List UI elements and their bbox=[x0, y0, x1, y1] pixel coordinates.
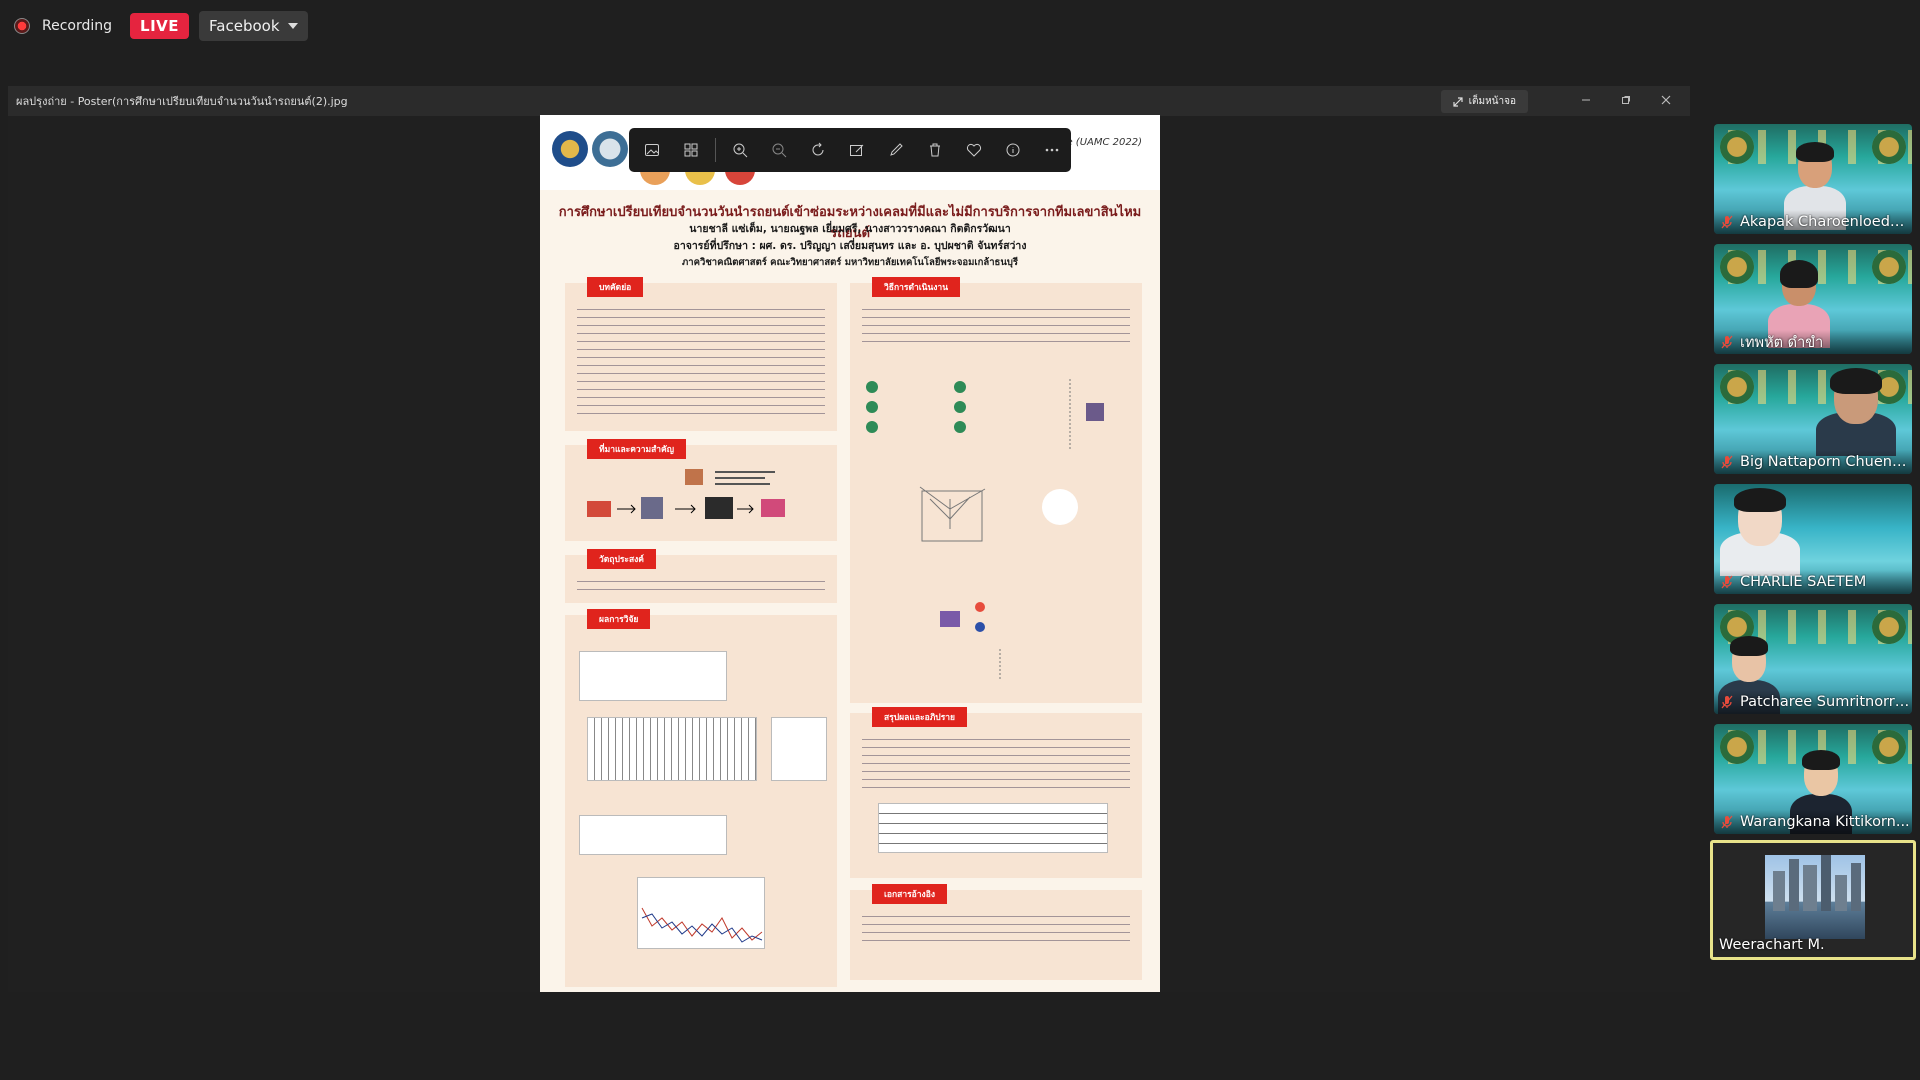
more-options-icon[interactable] bbox=[1041, 139, 1063, 161]
edit-image-icon[interactable] bbox=[846, 139, 868, 161]
university-logo bbox=[552, 131, 588, 167]
close-icon bbox=[1661, 95, 1671, 105]
participant-name: Big Nattaporn Chuenja... bbox=[1740, 454, 1910, 470]
summary-table bbox=[878, 803, 1108, 853]
chevron-down-icon bbox=[287, 23, 298, 29]
table-figure bbox=[771, 717, 827, 781]
shared-window-titlebar: ผลปรุงถ่าย - Poster(การศึกษาเปรียบเทียบจ… bbox=[8, 86, 1690, 116]
delete-icon[interactable] bbox=[924, 139, 946, 161]
poster-department: ภาควิชาคณิตศาสตร์ คณะวิทยาศาสตร์ มหาวิทย… bbox=[682, 257, 1018, 268]
participant-name: เทพหัต ดำขำ bbox=[1740, 334, 1824, 351]
conference-label: ce (UAMC 2022) bbox=[1060, 137, 1142, 148]
mic-muted-icon bbox=[1721, 815, 1733, 829]
participant-name: Weerachart M. bbox=[1719, 937, 1825, 953]
info-icon[interactable] bbox=[1002, 139, 1024, 161]
section-heading: วัตถุประสงค์ bbox=[587, 549, 656, 569]
zoom-out-icon[interactable] bbox=[768, 139, 790, 161]
section-heading: ที่มาและความสำคัญ bbox=[587, 439, 686, 459]
references-section: เอกสารอ้างอิง bbox=[850, 884, 1142, 980]
fullscreen-button[interactable]: เต็มหน้าจอ bbox=[1440, 90, 1528, 113]
poster-image[interactable]: ce (UAMC 2022) การศึกษาเปรียบเทียบจำนวนว… bbox=[540, 115, 1160, 992]
stream-target-label: Facebook bbox=[209, 17, 280, 35]
recording-icon bbox=[14, 18, 30, 34]
recording-label: Recording bbox=[42, 18, 113, 34]
active-speaker-tile[interactable]: Weerachart M. bbox=[1710, 840, 1916, 960]
test-table bbox=[579, 815, 727, 855]
participant-name: Akapak Charoenloedm... bbox=[1740, 214, 1910, 230]
expand-icon bbox=[1452, 96, 1463, 107]
fullscreen-label: เต็มหน้าจอ bbox=[1468, 96, 1516, 107]
section-heading: สรุปผลและอภิปราย bbox=[872, 707, 968, 727]
objectives-section: วัตถุประสงค์ bbox=[565, 549, 837, 603]
draw-icon[interactable] bbox=[885, 139, 907, 161]
section-heading: เอกสารอ้างอิง bbox=[872, 884, 947, 904]
stream-target-dropdown[interactable]: Facebook bbox=[199, 11, 308, 41]
rotate-icon[interactable] bbox=[807, 139, 829, 161]
mic-muted-icon bbox=[1721, 695, 1733, 709]
conclusion-section: สรุปผลและอภิปราย bbox=[850, 707, 1142, 878]
section-heading: ผลการวิจัย bbox=[587, 609, 651, 629]
minimize-icon bbox=[1582, 99, 1590, 101]
participant-tile[interactable]: Warangkana Kittikorn... bbox=[1714, 724, 1912, 834]
image-viewer-toolbar bbox=[629, 128, 1071, 172]
zoom-in-icon[interactable] bbox=[729, 139, 751, 161]
favorite-icon[interactable] bbox=[963, 139, 985, 161]
mic-muted-icon bbox=[1721, 335, 1733, 349]
mic-muted-icon bbox=[1721, 575, 1733, 589]
abstract-section: บทคัดย่อ bbox=[565, 277, 837, 431]
department-logo bbox=[592, 131, 628, 167]
maximize-button[interactable] bbox=[1614, 90, 1638, 110]
participant-tile[interactable]: Patcharee Sumritnorra... bbox=[1714, 604, 1912, 714]
participant-name: Warangkana Kittikorn... bbox=[1740, 814, 1910, 830]
minimize-button[interactable] bbox=[1574, 90, 1598, 110]
shared-window-title: ผลปรุงถ่าย - Poster(การศึกษาเปรียบเทียบจ… bbox=[16, 95, 348, 108]
participant-tile[interactable]: เทพหัต ดำขำ bbox=[1714, 244, 1912, 354]
background-section: ที่มาและความสำคัญ bbox=[565, 439, 837, 541]
participant-tile[interactable]: Big Nattaporn Chuenja... bbox=[1714, 364, 1912, 474]
poster-advisors: อาจารย์ที่ปรึกษา : ผศ. ดร. ปริญญา เสงี่ย… bbox=[673, 240, 1027, 252]
restore-icon bbox=[1622, 96, 1630, 104]
process-diagram bbox=[587, 469, 785, 519]
participant-tile[interactable]: Akapak Charoenloedm... bbox=[1714, 124, 1912, 234]
results-table bbox=[579, 651, 727, 701]
results-section: ผลการวิจัย bbox=[565, 609, 837, 987]
poster-authors: นายชาลี แซ่เต็ม, นายณฐพล เยี่ยมศรี, นางส… bbox=[689, 223, 1011, 235]
gallery-icon[interactable] bbox=[680, 139, 702, 161]
meeting-top-bar: Recording LIVE Facebook bbox=[0, 0, 1920, 52]
mic-muted-icon bbox=[1721, 455, 1733, 469]
bar-chart-figure bbox=[587, 717, 757, 781]
line-chart-figure bbox=[637, 877, 765, 949]
participant-tile[interactable]: CHARLIE SAETEM bbox=[1714, 484, 1912, 594]
close-button[interactable] bbox=[1654, 90, 1678, 110]
methods-diagram bbox=[866, 379, 1104, 679]
live-badge: LIVE bbox=[130, 13, 190, 39]
participant-name: CHARLIE SAETEM bbox=[1740, 574, 1867, 590]
section-heading: วิธีการดำเนินงาน bbox=[872, 277, 960, 297]
image-icon[interactable] bbox=[641, 139, 663, 161]
profile-picture bbox=[1765, 855, 1865, 939]
participant-name: Patcharee Sumritnorra... bbox=[1740, 694, 1910, 710]
section-heading: บทคัดย่อ bbox=[587, 277, 644, 297]
methods-section: วิธีการดำเนินงาน bbox=[850, 277, 1142, 703]
mic-muted-icon bbox=[1721, 215, 1733, 229]
